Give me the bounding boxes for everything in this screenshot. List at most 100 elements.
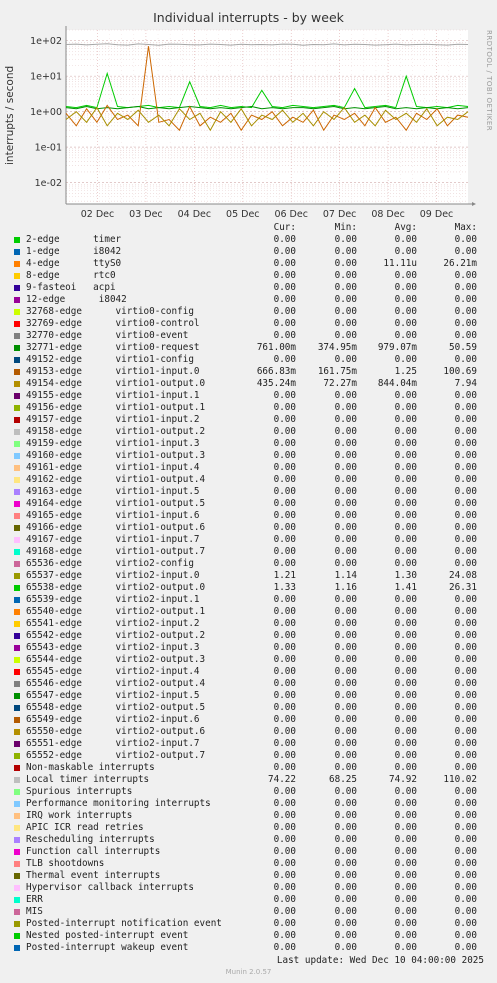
- legend-row: 49152-edge virtio1-config 0.00 0.00 0.00 0.0…: [0, 354, 497, 366]
- legend-max-value: 0.00: [454, 882, 477, 893]
- legend-row: Performance monitoring interrupts 0.00 0.0…: [0, 798, 497, 810]
- legend-max-value: 0.00: [454, 666, 477, 677]
- legend-row: Hypervisor callback interrupts 0.00 0.00 0.…: [0, 882, 497, 894]
- legend-max-value: 0.00: [454, 894, 477, 905]
- legend-cur-value: 0.00: [273, 318, 296, 329]
- legend-cur-value: 0.00: [273, 690, 296, 701]
- legend-series-name: Local timer interrupts: [26, 774, 150, 785]
- legend-cur-value: 0.00: [273, 390, 296, 401]
- legend-max-value: 0.00: [454, 474, 477, 485]
- legend-row: APIC ICR read retries 0.00 0.00 0.00 0.00: [0, 822, 497, 834]
- legend-max-value: 0.00: [454, 810, 477, 821]
- legend-row: 32771-edge virtio0-request 761.00m 374.95m…: [0, 342, 497, 354]
- legend-max-value: 0.00: [454, 702, 477, 713]
- legend-row: 4-edge ttyS0 0.00 0.00 11.11u 26.21m: [0, 258, 497, 270]
- legend-row: TLB shootdowns 0.00 0.00 0.00 0.00: [0, 858, 497, 870]
- legend-swatch: [14, 633, 20, 639]
- legend-series-name: 8-edge rtc0: [26, 270, 116, 281]
- legend-row: 49166-edge virtio1-output.6 0.00 0.00 0.00 0…: [0, 522, 497, 534]
- legend-series-name: 49164-edge virtio1-output.5: [26, 498, 206, 509]
- legend-cur-value: 0.00: [273, 654, 296, 665]
- x-tick-label: 05 Dec: [226, 209, 260, 220]
- legend-max-value: 0.00: [454, 426, 477, 437]
- last-update: Last update: Wed Dec 10 04:00:00 2025: [276, 955, 484, 966]
- legend-series-name: 65541-edge virtio2-input.2: [26, 618, 200, 629]
- legend-swatch: [14, 825, 20, 831]
- legend-row: 65539-edge virtio2-input.1 0.00 0.00 0.00 0.…: [0, 594, 497, 606]
- legend-series-name: ERR: [26, 894, 43, 905]
- legend-series-name: APIC ICR read retries: [26, 822, 144, 833]
- legend-cur-value: 0.00: [273, 330, 296, 341]
- legend-max-value: 0.00: [454, 498, 477, 509]
- legend-row: 65543-edge virtio2-input.3 0.00 0.00 0.00 0.…: [0, 642, 497, 654]
- legend-cur-value: 0.00: [273, 426, 296, 437]
- legend-swatch: [14, 717, 20, 723]
- legend-series-name: 49156-edge virtio1-output.1: [26, 402, 206, 413]
- legend-header-max: Max:: [454, 222, 477, 233]
- legend-row: 49153-edge virtio1-input.0 666.83m 161.75m…: [0, 366, 497, 378]
- legend-series-name: Rescheduling interrupts: [26, 834, 155, 845]
- legend-series-name: IRQ work interrupts: [26, 810, 133, 821]
- legend-cur-value: 0.00: [273, 270, 296, 281]
- legend-swatch: [14, 381, 20, 387]
- legend-row: 65540-edge virtio2-output.1 0.00 0.00 0.00 0…: [0, 606, 497, 618]
- legend-series-name: Non-maskable interrupts: [26, 762, 155, 773]
- legend-series-name: 49152-edge virtio1-config: [26, 354, 194, 365]
- legend-cur-value: 0.00: [273, 822, 296, 833]
- legend-cur-value: 0.00: [273, 246, 296, 257]
- legend-cur-value: 666.83m: [256, 366, 296, 377]
- legend-cur-value: 0.00: [273, 726, 296, 737]
- legend-swatch: [14, 897, 20, 903]
- legend-max-value: 0.00: [454, 354, 477, 365]
- legend-row: Function call interrupts 0.00 0.00 0.00 0.00: [0, 846, 497, 858]
- legend-max-value: 0.00: [454, 282, 477, 293]
- y-tick-label: 1e+01: [30, 72, 62, 83]
- legend-max-value: 0.00: [454, 834, 477, 845]
- legend-series-name: 32768-edge virtio0-config: [26, 306, 194, 317]
- legend-series-name: Spurious interrupts: [26, 786, 133, 797]
- legend-max-value: 0.00: [454, 822, 477, 833]
- y-tick-label: 1e+02: [30, 36, 62, 47]
- legend-max-value: 0.00: [454, 558, 477, 569]
- legend-series-name: 49153-edge virtio1-input.0: [26, 366, 200, 377]
- legend-series-name: 49162-edge virtio1-output.4: [26, 474, 206, 485]
- legend-cur-value: 1.21: [273, 570, 296, 581]
- legend-max-value: 0.00: [454, 942, 477, 953]
- legend-cur-value: 1.33: [273, 582, 296, 593]
- legend-swatch: [14, 549, 20, 555]
- legend-series-name: 65545-edge virtio2-input.4: [26, 666, 200, 677]
- legend-cur-value: 0.00: [273, 498, 296, 509]
- chart-plot: 02 Dec 03 Dec 04 Dec 05 Dec 06 Dec 07 Dec 08 D…: [30, 26, 476, 220]
- legend-swatch: [14, 741, 20, 747]
- legend-swatch: [14, 669, 20, 675]
- legend-max-value: 0.00: [454, 690, 477, 701]
- legend-swatch: [14, 729, 20, 735]
- x-tick-label: 02 Dec: [81, 209, 115, 220]
- legend-max-value: 0.00: [454, 642, 477, 653]
- legend-row: 49163-edge virtio1-input.5 0.00 0.00 0.00 0.…: [0, 486, 497, 498]
- legend-row: 65542-edge virtio2-output.2 0.00 0.00 0.00 0…: [0, 630, 497, 642]
- legend-row: 49164-edge virtio1-output.5 0.00 0.00 0.00 0…: [0, 498, 497, 510]
- legend-cur-value: 0.00: [273, 906, 296, 917]
- legend-row: 49165-edge virtio1-input.6 0.00 0.00 0.00 0.…: [0, 510, 497, 522]
- legend-series-name: 32771-edge virtio0-request: [26, 342, 200, 353]
- legend-swatch: [14, 753, 20, 759]
- legend-series-name: 65540-edge virtio2-output.1: [26, 606, 206, 617]
- legend-row: 49161-edge virtio1-input.4 0.00 0.00 0.00 0.…: [0, 462, 497, 474]
- legend-max-value: 0.00: [454, 918, 477, 929]
- legend-max-value: 26.31: [449, 582, 477, 593]
- legend-series-name: 49154-edge virtio1-output.0: [26, 378, 206, 389]
- legend-max-value: 100.69: [443, 366, 477, 377]
- legend-swatch: [14, 573, 20, 579]
- legend-row: Posted-interrupt notification event 0.00 0…: [0, 918, 497, 930]
- legend-swatch: [14, 513, 20, 519]
- legend-swatch: [14, 429, 20, 435]
- legend-cur-value: 0.00: [273, 294, 296, 305]
- x-tick-label: 06 Dec: [274, 209, 308, 220]
- legend-series-name: 49163-edge virtio1-input.5: [26, 486, 200, 497]
- legend-cur-value: 0.00: [273, 666, 296, 677]
- legend-series-name: 65547-edge virtio2-input.5: [26, 690, 200, 701]
- legend-series-name: 1-edge i8042: [26, 246, 122, 257]
- munin-version: Munin 2.0.57: [225, 968, 272, 976]
- legend-row: 65552-edge virtio2-output.7 0.00 0.00 0.00 0…: [0, 750, 497, 762]
